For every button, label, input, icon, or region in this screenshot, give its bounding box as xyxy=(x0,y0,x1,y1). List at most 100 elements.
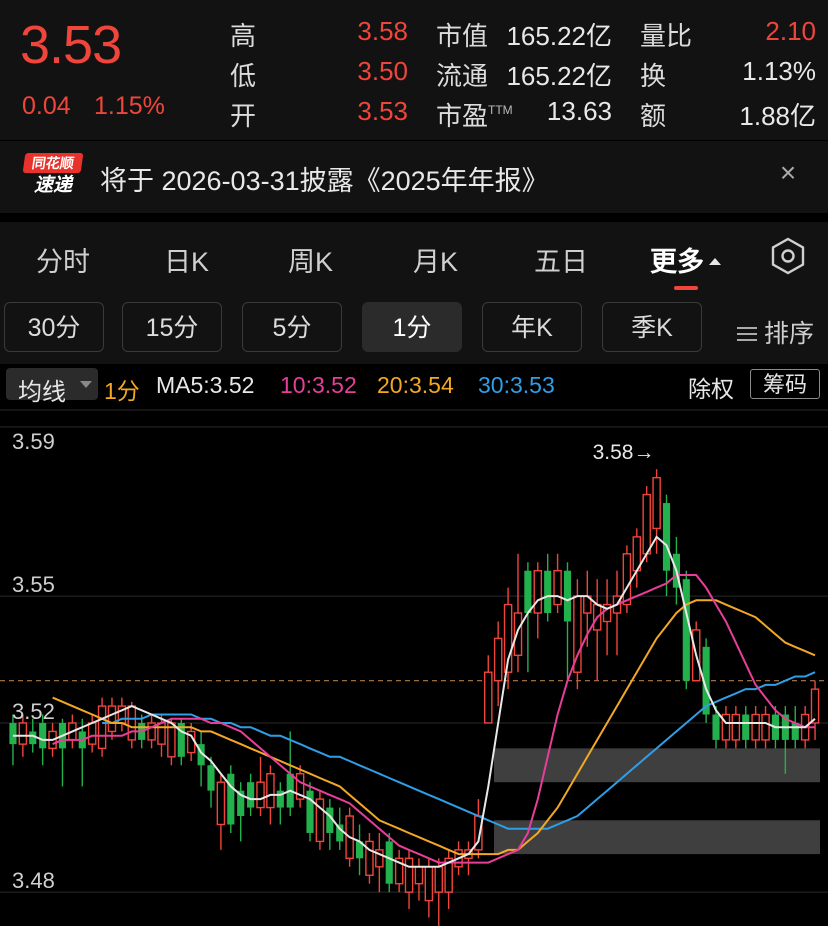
kline-chart[interactable]: 3.59 3.55 3.52 3.48 3.58→ xyxy=(0,404,828,926)
y-tick-label-0: 3.59 xyxy=(12,429,55,454)
turnover-label: 换 xyxy=(640,61,667,91)
float-label: 流通 xyxy=(436,61,489,91)
candle-body-41 xyxy=(414,866,424,885)
turnover-value: 1.13% xyxy=(742,56,816,86)
candle-body-0 xyxy=(9,722,17,745)
candle-body-65 xyxy=(652,476,661,530)
pe-ttm-suffix: TTM xyxy=(488,103,513,117)
candle-body-75 xyxy=(751,713,760,741)
candle-body-51 xyxy=(513,612,523,657)
close-icon[interactable]: × xyxy=(770,155,806,191)
y-tick-label-2: 3.52 xyxy=(12,699,55,724)
candle-body-40 xyxy=(404,857,414,893)
news-text[interactable]: 将于 2026-03-31披露《2025年年报》 xyxy=(100,159,549,198)
max-price-label: 3.58→ xyxy=(593,441,655,464)
logo-top-text: 同花顺 xyxy=(22,153,84,173)
candle-body-21 xyxy=(216,781,226,826)
news-logo: 同花顺 速递 xyxy=(22,153,84,201)
candle-body-15 xyxy=(157,722,166,745)
price-change: 0.04 xyxy=(22,92,71,120)
candle-body-74 xyxy=(742,714,750,740)
news-banner[interactable]: 同花顺 速递 将于 2026-03-31披露《2025年年报》 × xyxy=(0,141,828,213)
mktcap-value: 165.22亿 xyxy=(506,21,612,51)
ma20-line xyxy=(52,599,816,856)
volratio-value: 2.10 xyxy=(765,16,816,46)
tab-intraday[interactable]: 分时 xyxy=(36,240,90,279)
ma10-value: 10:3.52 xyxy=(280,372,357,398)
candle-body-8 xyxy=(87,722,97,745)
candle-body-22 xyxy=(227,773,235,825)
period-tabs: 分时 日K 周K 月K 五日 更多 xyxy=(0,222,828,292)
candle-body-48 xyxy=(484,671,493,724)
candle-body-68 xyxy=(682,579,690,681)
candle-body-20 xyxy=(207,765,215,791)
candle-body-43 xyxy=(434,866,444,893)
candle-body-49 xyxy=(493,637,503,682)
candle-body-12 xyxy=(127,705,137,741)
period-30m-button[interactable]: 30分 xyxy=(4,302,104,352)
period-year-button[interactable]: 年K xyxy=(482,302,582,352)
candle-body-24 xyxy=(247,782,255,808)
candle-body-54 xyxy=(544,570,552,614)
settings-hex-icon[interactable] xyxy=(768,236,808,276)
low-label: 低 xyxy=(230,61,257,91)
candle-body-73 xyxy=(731,713,741,741)
period-15m-button[interactable]: 15分 xyxy=(122,302,222,352)
high-value: 3.58 xyxy=(357,16,408,46)
tab-more[interactable]: 更多 xyxy=(650,240,722,279)
candle-body-9 xyxy=(97,705,107,750)
float-value: 165.22亿 xyxy=(506,61,612,91)
high-label: 高 xyxy=(230,21,257,51)
open-value: 3.53 xyxy=(357,96,408,126)
chips-button[interactable]: 筹码 xyxy=(750,369,820,399)
candle-body-26 xyxy=(266,773,275,809)
ma5-value: MA5:3.52 xyxy=(156,372,255,398)
candle-body-55 xyxy=(553,570,562,606)
ma5-line xyxy=(13,535,816,868)
kline-svg: 3.59 3.55 3.52 3.48 3.58→ xyxy=(0,409,828,926)
tab-five-day[interactable]: 五日 xyxy=(534,240,588,279)
mktcap-label: 市值 xyxy=(436,21,489,51)
period-5m-button[interactable]: 5分 xyxy=(242,302,342,352)
candle-body-66 xyxy=(662,503,671,571)
volratio-label: 量比 xyxy=(640,21,693,51)
candle-body-62 xyxy=(622,553,632,606)
candle-body-25 xyxy=(256,781,265,809)
sort-button[interactable]: 排序 xyxy=(736,314,814,350)
ma20-value: 20:3.54 xyxy=(377,372,454,398)
tab-daily[interactable]: 日K xyxy=(164,240,209,279)
candle-body-56 xyxy=(563,570,572,622)
candle-body-1 xyxy=(18,722,28,745)
ex-rights-button[interactable]: 除权 xyxy=(688,370,734,404)
last-price: 3.53 xyxy=(20,15,122,75)
candle-body-38 xyxy=(385,841,393,884)
dropdown-caret-icon xyxy=(80,381,92,388)
price-change-pct: 1.15% xyxy=(94,92,165,120)
open-label: 开 xyxy=(230,101,257,131)
amount-value: 1.88亿 xyxy=(739,101,816,131)
amount-label: 额 xyxy=(640,101,667,131)
candle-body-71 xyxy=(712,714,720,740)
period-quarter-button[interactable]: 季K xyxy=(602,302,702,352)
candle-body-81 xyxy=(810,688,820,724)
y-tick-label-3: 3.48 xyxy=(12,868,55,893)
candle-body-10 xyxy=(107,705,117,733)
caret-up-icon xyxy=(709,258,721,265)
tab-monthly[interactable]: 月K xyxy=(413,240,458,279)
candle-body-53 xyxy=(533,570,543,614)
ma10-line xyxy=(52,574,815,864)
pe-value: 13.63 xyxy=(546,96,612,126)
candle-body-52 xyxy=(524,570,532,614)
pe-label: 市盈TTM xyxy=(436,101,513,131)
active-tab-indicator xyxy=(674,286,698,290)
tab-weekly[interactable]: 周K xyxy=(288,240,333,279)
indicator-period: 1分 xyxy=(104,378,140,404)
period-1m-button[interactable]: 1分 xyxy=(362,302,462,352)
indicator-bar: 均线 1分 MA5:3.52 10:3.52 20:3.54 30:3.53 除… xyxy=(0,366,828,406)
indicator-selector[interactable]: 均线 xyxy=(6,368,98,406)
quote-header: 3.53 0.04 1.15% 高 低 开 3.58 3.50 3.53 市值 … xyxy=(0,0,828,140)
candle-body-3 xyxy=(39,722,47,749)
y-tick-label-1: 3.55 xyxy=(12,572,55,597)
candle-body-64 xyxy=(642,493,651,555)
low-value: 3.50 xyxy=(357,56,408,86)
